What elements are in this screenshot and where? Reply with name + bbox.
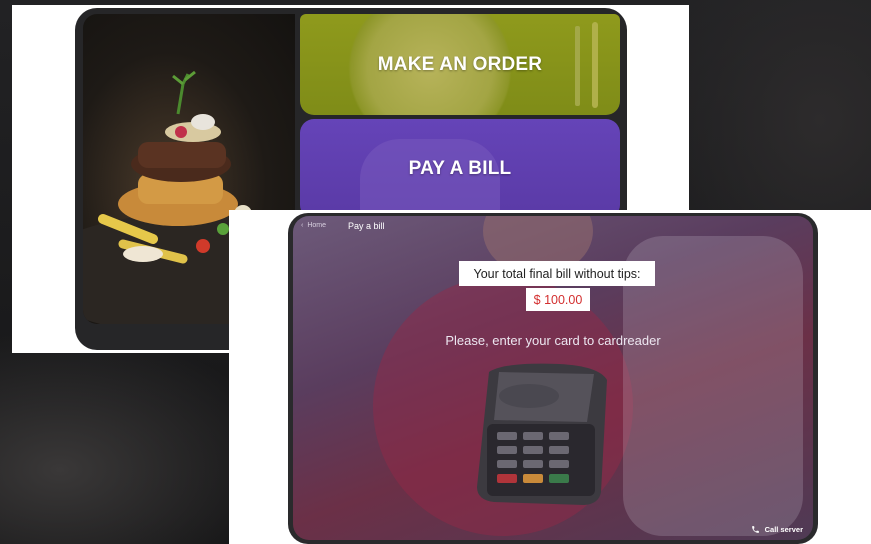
top-bar: ‹ Home Pay a bill xyxy=(293,216,813,238)
tablet-pay: ‹ Home Pay a bill Your total final bill … xyxy=(288,213,818,544)
pay-bill-label: PAY A BILL xyxy=(408,158,512,179)
call-server-button[interactable]: Call server xyxy=(751,525,803,534)
card-terminal-image xyxy=(469,362,614,508)
call-server-label: Call server xyxy=(764,525,803,534)
pay-screen: ‹ Home Pay a bill Your total final bill … xyxy=(293,216,813,540)
page-title: Pay a bill xyxy=(348,221,385,231)
chevron-left-icon: ‹ xyxy=(301,222,304,229)
make-order-label: MAKE AN ORDER xyxy=(377,53,543,75)
card-instruction: Please, enter your card to cardreader xyxy=(445,333,661,348)
back-label: Home xyxy=(307,222,327,229)
pay-bill-button[interactable]: PAY A BILL xyxy=(300,119,620,219)
phone-icon xyxy=(751,526,759,533)
bill-label: Your total final bill without tips: xyxy=(459,261,655,286)
bill-amount: $ 100.00 xyxy=(526,288,590,311)
pay-screenshot-panel: ‹ Home Pay a bill Your total final bill … xyxy=(229,210,871,544)
back-button[interactable]: ‹ Home xyxy=(301,222,326,229)
make-order-button[interactable]: MAKE AN ORDER xyxy=(300,14,620,115)
